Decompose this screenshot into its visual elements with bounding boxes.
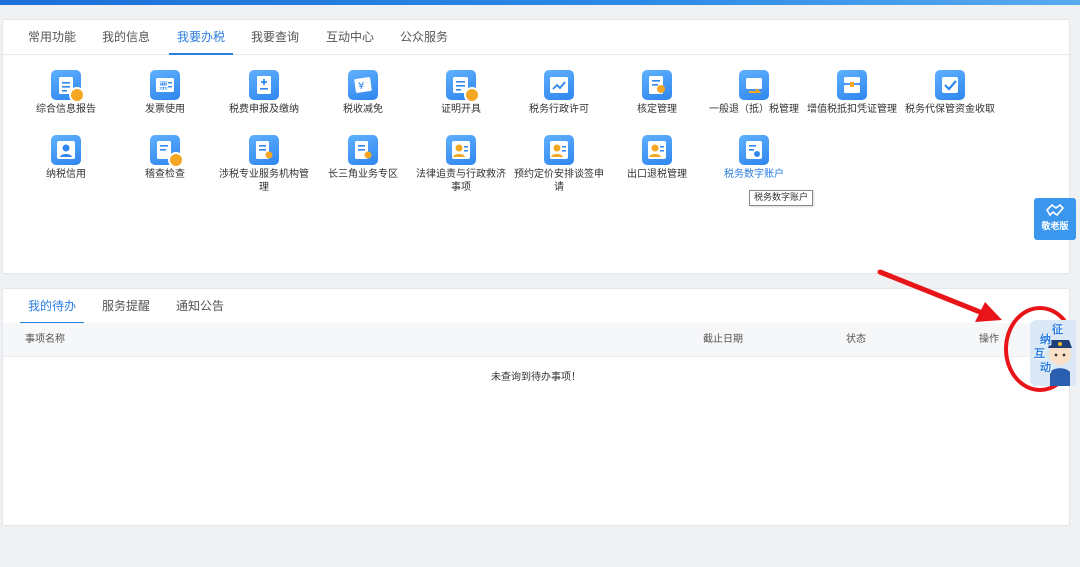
func-label: 税务行政许可: [529, 104, 589, 115]
func-refund[interactable]: 一般退（抵）税管理: [706, 70, 802, 116]
func-label: 增值税抵扣凭证管理: [807, 104, 897, 115]
tooltip: 税务数字账户: [749, 190, 814, 206]
handshake-icon: [1045, 203, 1065, 217]
svg-text:¥: ¥: [358, 81, 364, 92]
func-admin-permit[interactable]: 税务行政许可: [511, 70, 607, 116]
func-assessment[interactable]: 核定管理: [609, 70, 705, 116]
func-pricing-arrangement[interactable]: 预约定价安排谈签申请: [511, 135, 607, 194]
func-agency-management[interactable]: 涉税专业服务机构管理: [216, 135, 312, 194]
func-tax-credit[interactable]: 纳税信用: [18, 135, 114, 181]
agency-icon: [249, 135, 279, 165]
func-custody-fund[interactable]: 税务代保管资金收取: [902, 70, 998, 116]
tab-my-info[interactable]: 我的信息: [102, 20, 150, 54]
func-export-refund[interactable]: 出口退税管理: [609, 135, 705, 181]
func-label: 法律追责与行政救济事项: [416, 169, 506, 193]
func-label: 核定管理: [637, 104, 677, 115]
func-label: 综合信息报告: [36, 104, 96, 115]
func-label: 出口退税管理: [627, 169, 687, 180]
tax-declare-icon: [249, 70, 279, 100]
col-deadline: 截止日期: [703, 334, 743, 345]
digital-account-icon: [739, 135, 769, 165]
func-certificate[interactable]: 证明开具: [413, 70, 509, 116]
func-label: 预约定价安排谈签申请: [514, 169, 604, 193]
function-panel: 常用功能 我的信息 我要办税 我要查询 互动中心 公众服务 综合信息报告 票 发…: [2, 19, 1070, 274]
mascot-char: 纳: [1040, 333, 1051, 346]
func-tax-declare[interactable]: 税费申报及缴纳: [216, 70, 312, 116]
elder-mode-label: 敬老版: [1041, 222, 1069, 232]
tab-my-todo[interactable]: 我的待办: [19, 289, 85, 324]
pricing-icon: [544, 135, 574, 165]
report-icon: [51, 70, 85, 103]
func-label: 稽查检查: [145, 169, 185, 180]
func-inspection[interactable]: 稽查检查: [117, 135, 213, 181]
func-tax-relief[interactable]: ¥ 税收减免: [315, 70, 411, 116]
func-yangtze-zone[interactable]: 长三角业务专区: [315, 135, 411, 181]
certificate-icon: [446, 70, 480, 103]
func-label: 长三角业务专区: [328, 169, 398, 180]
tab-notices[interactable]: 通知公告: [176, 289, 224, 323]
credit-icon: [51, 135, 81, 165]
func-label: 涉税专业服务机构管理: [219, 169, 309, 193]
interaction-mascot-button[interactable]: 征 纳 互 动: [1004, 306, 1076, 392]
elder-mode-button[interactable]: 敬老版: [1034, 198, 1076, 240]
func-label: 税务代保管资金收取: [905, 104, 995, 115]
legal-icon: [446, 135, 476, 165]
func-digital-account[interactable]: 税务数字账户: [706, 135, 802, 181]
tab-common-functions[interactable]: 常用功能: [28, 20, 76, 54]
mascot-char: 互: [1034, 347, 1045, 360]
function-tabs: 常用功能 我的信息 我要办税 我要查询 互动中心 公众服务: [3, 20, 1069, 55]
func-label: 税务数字账户: [724, 169, 784, 180]
tab-tax-query[interactable]: 我要查询: [251, 20, 299, 54]
func-label: 证明开具: [441, 104, 481, 115]
func-label: 一般退（抵）税管理: [709, 104, 799, 115]
refund-icon: [739, 70, 769, 100]
func-vat-deduction[interactable]: 增值税抵扣凭证管理: [804, 70, 900, 116]
vat-deduction-icon: [837, 70, 867, 100]
func-label: 税费申报及缴纳: [229, 104, 299, 115]
mascot-char: 动: [1040, 361, 1051, 374]
todo-panel: 我的待办 服务提醒 通知公告 事项名称 截止日期 状态 操作 未查询到待办事项！: [2, 288, 1070, 526]
func-comprehensive-report[interactable]: 综合信息报告: [18, 70, 114, 116]
export-refund-icon: [642, 135, 672, 165]
inspection-icon: [150, 135, 184, 168]
todo-tabs: 我的待办 服务提醒 通知公告: [3, 289, 1069, 324]
tab-public-services[interactable]: 公众服务: [400, 20, 448, 54]
tab-interaction-center[interactable]: 互动中心: [326, 20, 374, 54]
empty-message: 未查询到待办事项！: [491, 372, 581, 383]
tab-service-reminder[interactable]: 服务提醒: [102, 289, 150, 323]
func-label: 税收减免: [343, 104, 383, 115]
table-header: 事项名称 截止日期 状态 操作: [3, 323, 1069, 357]
yangtze-zone-icon: [348, 135, 378, 165]
func-label: 纳税信用: [46, 169, 86, 180]
tab-tax-handling[interactable]: 我要办税: [168, 20, 234, 55]
col-item-name: 事项名称: [25, 334, 65, 345]
mascot-char: 征: [1052, 323, 1063, 336]
assessment-icon: [642, 70, 672, 100]
col-status: 状态: [846, 334, 866, 345]
top-header-strip: [0, 0, 1080, 5]
tax-relief-icon: ¥: [348, 70, 378, 100]
func-label: 发票使用: [145, 104, 185, 115]
svg-text:票: 票: [159, 81, 168, 92]
func-legal-remedy[interactable]: 法律追责与行政救济事项: [413, 135, 509, 194]
invoice-icon: 票: [150, 70, 180, 100]
col-actions: 操作: [979, 334, 999, 345]
custody-fund-icon: [935, 70, 965, 100]
admin-permit-icon: [544, 70, 574, 100]
func-invoice-use[interactable]: 票 发票使用: [117, 70, 213, 116]
